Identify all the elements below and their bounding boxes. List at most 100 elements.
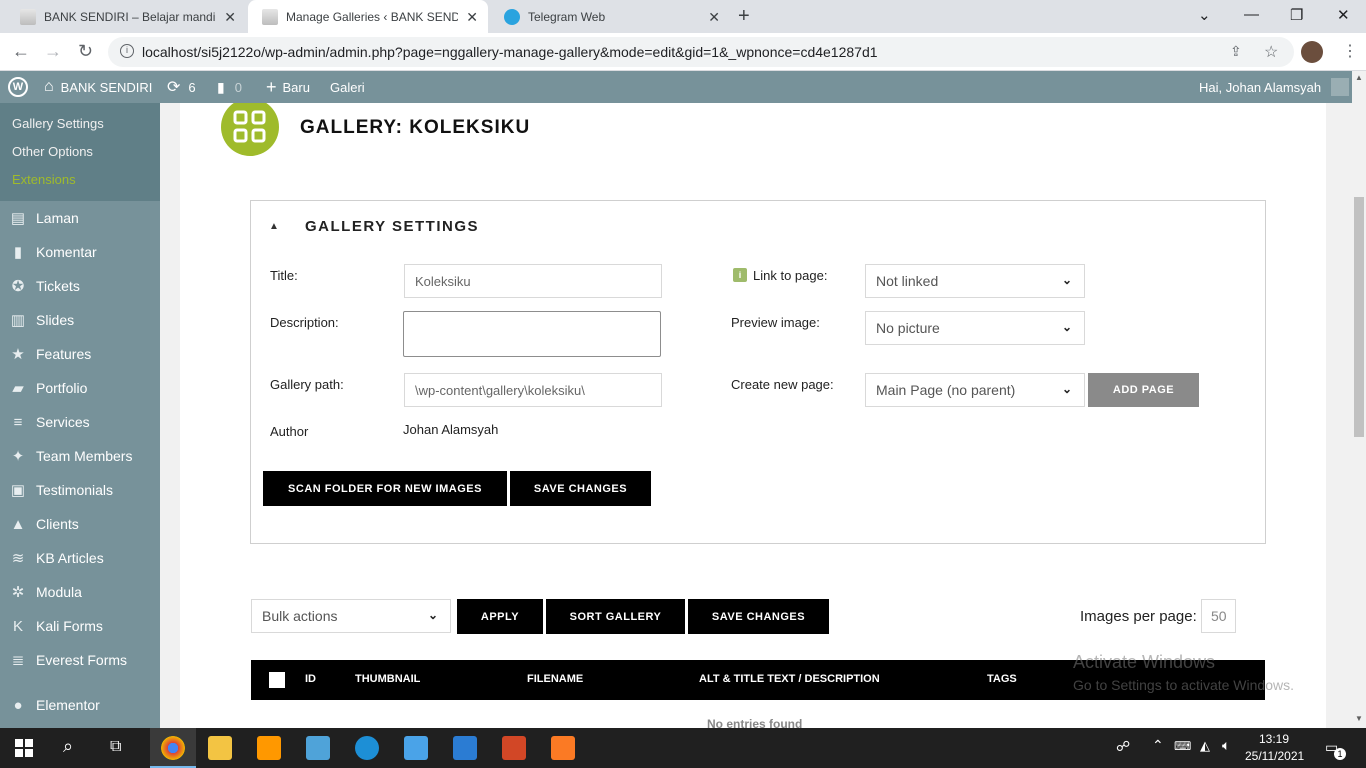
sidebar-item-laman[interactable]: ▤ Laman	[0, 201, 160, 235]
sidebar-item-slides[interactable]: ▥ Slides	[0, 303, 160, 337]
sort-gallery-button[interactable]: SORT GALLERY	[546, 599, 685, 634]
sidebar-item-kali-forms[interactable]: K Kali Forms	[0, 609, 160, 643]
clock-date[interactable]: 25/11/2021	[1245, 749, 1304, 763]
clock-time[interactable]: 13:19	[1249, 732, 1299, 746]
tab-manage-galleries[interactable]: Manage Galleries ‹ BANK SENDIRI ✕	[248, 0, 488, 33]
site-info-icon[interactable]: i	[120, 44, 134, 58]
chevron-down-icon: ⌄	[1061, 382, 1072, 396]
xampp-icon[interactable]	[551, 736, 575, 760]
chrome-menu-icon[interactable]: ⋮	[1342, 41, 1358, 61]
updates-link[interactable]: ⟳ 6	[167, 71, 196, 103]
sublime-text-icon[interactable]	[257, 736, 281, 760]
sidebar-item-clients[interactable]: ▲ Clients	[0, 507, 160, 541]
close-tab-icon[interactable]: ✕	[224, 9, 236, 26]
mail-icon[interactable]	[453, 736, 477, 760]
sidebar-item-features[interactable]: ★ Features	[0, 337, 160, 371]
sidebar-item-team-members[interactable]: ✦ Team Members	[0, 439, 160, 473]
minimize-icon[interactable]: —	[1244, 6, 1259, 23]
submenu-other-options[interactable]: Other Options	[12, 144, 93, 159]
images-per-page-input[interactable]: 50	[1201, 599, 1236, 633]
tab-telegram[interactable]: Telegram Web ✕	[490, 0, 730, 33]
apply-button[interactable]: APPLY	[457, 599, 543, 634]
sidebar-item-everest-forms[interactable]: ≣ Everest Forms	[0, 643, 160, 677]
add-page-button[interactable]: ADD PAGE	[1088, 373, 1199, 407]
back-arrow-icon[interactable]: ←	[12, 41, 30, 62]
link-to-page-select[interactable]: Not linked ⌄	[865, 264, 1085, 298]
task-view-icon[interactable]: ⧉	[110, 738, 121, 756]
tab-title: BANK SENDIRI – Belajar mandiri	[44, 9, 216, 24]
close-tab-icon[interactable]: ✕	[466, 9, 478, 26]
select-all-checkbox[interactable]	[269, 672, 285, 688]
profile-avatar[interactable]	[1301, 41, 1323, 63]
network-icon[interactable]: ◭	[1200, 738, 1210, 754]
sidebar-item-komentar[interactable]: ▮ Komentar	[0, 235, 160, 269]
new-content-link[interactable]: + Baru	[266, 71, 310, 103]
column-id[interactable]: ID	[305, 673, 316, 685]
preview-image-select[interactable]: No picture ⌄	[865, 311, 1085, 345]
column-tags[interactable]: TAGS	[987, 673, 1017, 685]
submenu-extensions[interactable]: Extensions	[12, 172, 76, 187]
search-icon[interactable]: ⌕	[63, 736, 73, 757]
column-alt-title[interactable]: ALT & TITLE TEXT / DESCRIPTION	[699, 673, 880, 685]
file-explorer-icon[interactable]	[208, 736, 232, 760]
reload-icon[interactable]: ↻	[78, 41, 93, 62]
edge-icon[interactable]	[355, 736, 379, 760]
title-input[interactable]: Koleksiku	[404, 264, 662, 298]
tab-search-chevron-icon[interactable]: ⌄	[1198, 6, 1211, 24]
restore-icon[interactable]: ❐	[1290, 6, 1303, 24]
people-icon[interactable]: ☍	[1116, 738, 1130, 755]
gallery-menu-link[interactable]: Galeri	[330, 71, 365, 103]
scroll-down-arrow-icon[interactable]: ▼	[1355, 714, 1363, 723]
windows-start-icon[interactable]	[15, 739, 33, 762]
sidebar-item-label: Elementor	[36, 697, 100, 713]
parent-page-select[interactable]: Main Page (no parent) ⌄	[865, 373, 1085, 407]
comment-icon: ▮	[13, 244, 23, 261]
volume-icon[interactable]: 🔈︎	[1222, 737, 1230, 754]
column-thumbnail[interactable]: THUMBNAIL	[355, 673, 420, 685]
address-bar[interactable]: i localhost/si5j2122o/wp-admin/admin.php…	[108, 37, 1294, 67]
sidebar-item-label: Komentar	[36, 244, 97, 260]
page-title: GALLERY: KOLEKSIKU	[300, 117, 531, 138]
show-hidden-icons-icon[interactable]: ⌃	[1152, 737, 1164, 754]
powerpoint-icon[interactable]	[502, 736, 526, 760]
close-tab-icon[interactable]: ✕	[708, 9, 720, 26]
sidebar-item-modula[interactable]: ✲ Modula	[0, 575, 160, 609]
share-icon[interactable]: ⇪	[1230, 43, 1242, 60]
comments-link[interactable]: ▮ 0	[217, 71, 242, 103]
forward-arrow-icon[interactable]: →	[44, 41, 62, 62]
bookmark-star-icon[interactable]: ☆	[1264, 42, 1278, 62]
app-icon[interactable]	[306, 736, 330, 760]
new-tab-plus-icon[interactable]: +	[738, 5, 750, 28]
ime-icon[interactable]: ⌨	[1174, 739, 1191, 753]
store-icon[interactable]	[404, 736, 428, 760]
scroll-up-arrow-icon[interactable]: ▲	[1355, 73, 1363, 82]
gallery-path-input[interactable]: \wp-content\gallery\koleksiku\	[404, 373, 662, 407]
scan-folder-button[interactable]: SCAN FOLDER FOR NEW IMAGES	[263, 471, 507, 506]
chrome-taskbar-button[interactable]	[150, 728, 196, 768]
notification-count-badge: 1	[1334, 748, 1346, 760]
site-name-link[interactable]: ⌂ BANK SENDIRI	[44, 71, 152, 103]
settings-heading[interactable]: GALLERY SETTINGS	[305, 218, 479, 235]
everest-icon: ≣	[11, 652, 25, 669]
page-scrollbar[interactable]: ▲ ▼	[1352, 71, 1366, 728]
my-account-link[interactable]: Hai, Johan Alamsyah	[1199, 71, 1350, 103]
sidebar-item-tickets[interactable]: ✪ Tickets	[0, 269, 160, 303]
collapse-triangle-icon[interactable]: ▲	[269, 221, 279, 232]
sidebar-item-portfolio[interactable]: ▰ Portfolio	[0, 371, 160, 405]
save-changes-button[interactable]: SAVE CHANGES	[688, 599, 829, 634]
gallery-submenu: Gallery Settings Other Options Extension…	[0, 103, 160, 201]
close-window-icon[interactable]: ✕	[1337, 6, 1350, 24]
sidebar-item-testimonials[interactable]: ▣ Testimonials	[0, 473, 160, 507]
wordpress-logo-icon[interactable]: W	[8, 71, 28, 103]
sidebar-item-kb-articles[interactable]: ≋ KB Articles	[0, 541, 160, 575]
submenu-gallery-settings[interactable]: Gallery Settings	[12, 116, 104, 131]
sidebar-item-elementor[interactable]: ● Elementor	[0, 688, 160, 722]
save-settings-button[interactable]: SAVE CHANGES	[510, 471, 651, 506]
description-textarea[interactable]	[403, 311, 661, 357]
sidebar-item-services[interactable]: ≡ Services	[0, 405, 160, 439]
bulk-actions-select[interactable]: Bulk actions ⌄	[251, 599, 451, 633]
scrollbar-thumb[interactable]	[1354, 197, 1364, 437]
column-filename[interactable]: FILENAME	[527, 673, 583, 685]
tab-bank-sendiri[interactable]: BANK SENDIRI – Belajar mandiri ✕	[6, 0, 246, 33]
new-label: Baru	[282, 79, 310, 95]
